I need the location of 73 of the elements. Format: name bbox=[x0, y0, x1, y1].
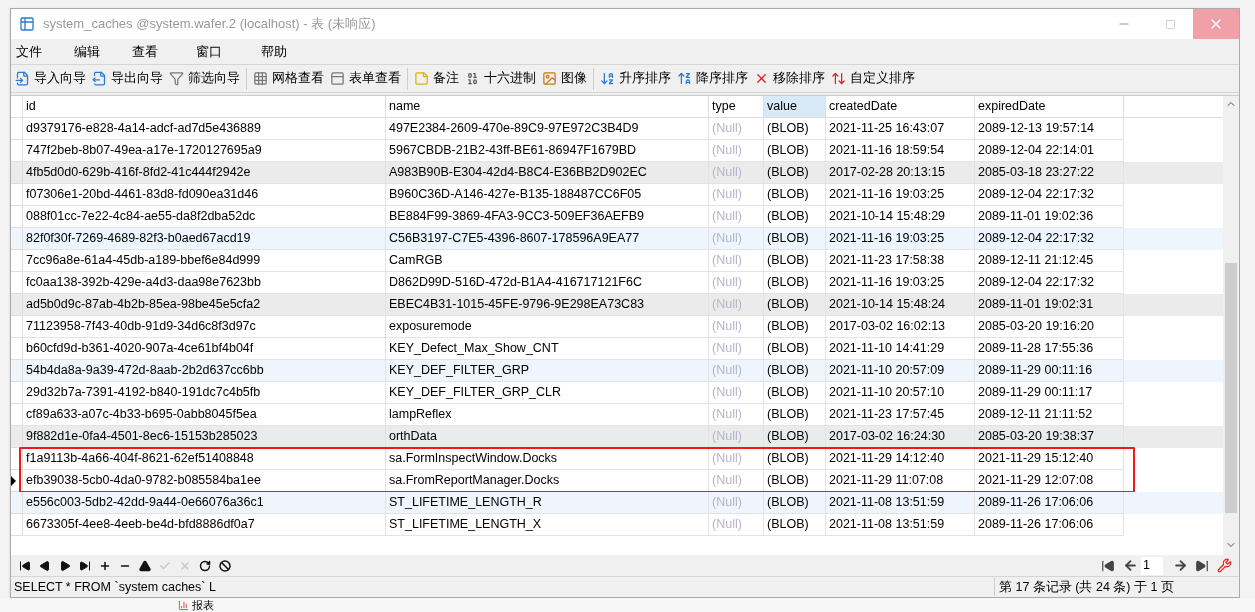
toolbar-button[interactable]: 降序排序 bbox=[675, 67, 750, 90]
record-status: 第 17 条记录 (共 24 条) 于 1 页 bbox=[994, 577, 1239, 597]
chart-icon bbox=[178, 599, 189, 611]
table-row[interactable]: e556c003-5db2-42dd-9a44-0e66076a36c1 ST_LIFETIME_LENGTH_R (Null) (BLOB) 2021-11-08 13:51:59 2089-11-26 17:06:06 bbox=[11, 492, 1223, 514]
toolbar-button[interactable]: 移除排序 bbox=[752, 67, 827, 90]
import-icon bbox=[15, 71, 30, 86]
menu-item[interactable]: 编辑 bbox=[69, 40, 105, 63]
toolbar-button[interactable]: 备注 bbox=[412, 67, 461, 90]
table-icon bbox=[19, 16, 35, 32]
menu-item[interactable]: 文件 bbox=[11, 40, 47, 63]
sort-descending-icon bbox=[677, 71, 692, 86]
table-cell: 2021-11-08 13:51:59 bbox=[826, 514, 975, 536]
refresh-icon bbox=[199, 559, 211, 572]
table-cell: (BLOB) bbox=[764, 426, 826, 448]
toolbar-button[interactable]: 导入向导 bbox=[13, 67, 88, 90]
maximize-icon bbox=[1164, 18, 1176, 30]
first-record-icon bbox=[19, 559, 31, 572]
export-icon bbox=[92, 71, 107, 86]
column-header[interactable]: id bbox=[23, 96, 386, 117]
toolbar-button[interactable]: 自定义排序 bbox=[829, 67, 917, 90]
column-header[interactable]: createdDate bbox=[826, 96, 975, 117]
image-icon bbox=[542, 71, 557, 86]
apply-icon bbox=[159, 559, 171, 572]
sql-statement: SELECT * FROM `system caches` L bbox=[13, 578, 217, 596]
table-cell: 9f882d1e-0fa4-4501-8ec6-15153b285023 bbox=[23, 426, 386, 448]
toolbar-button[interactable]: 筛选向导 bbox=[167, 67, 242, 90]
last-record-icon bbox=[79, 559, 91, 572]
grid-icon bbox=[253, 71, 268, 86]
cancel-icon bbox=[179, 559, 191, 572]
background-label: 报表 bbox=[192, 599, 214, 611]
toolbar-button[interactable]: 十六进制 bbox=[463, 67, 538, 90]
table-row[interactable]: 54b4da8a-9a39-472d-8aab-2b2d637cc6bb KEY_DEF_FILTER_GRP (Null) (BLOB) 2021-11-10 20:57:09 2089-11-29 00:11:16 bbox=[11, 360, 1223, 382]
add-icon bbox=[99, 559, 111, 572]
table-cell: (BLOB) bbox=[764, 514, 826, 536]
column-header[interactable]: type bbox=[709, 96, 764, 117]
table-row[interactable]: 82f0f30f-7269-4689-82f3-b0aed67acd19 C56B3197-C7E5-4396-8607-178596A9EA77 (Null) (BLOB) 2021-11-16 19:03:25 2089-12-04 22:17:32 bbox=[11, 228, 1223, 250]
table-cell: 2017-03-02 16:24:30 bbox=[826, 426, 975, 448]
toolbar-button[interactable]: 表单查看 bbox=[328, 67, 403, 90]
toolbar-button[interactable]: 图像 bbox=[540, 67, 589, 90]
column-header[interactable]: value bbox=[764, 96, 826, 117]
menu-item[interactable]: 帮助 bbox=[256, 40, 292, 63]
page-input[interactable]: 1 bbox=[1141, 556, 1163, 575]
toolbar-button[interactable]: 导出向导 bbox=[90, 67, 165, 90]
column-header[interactable]: expiredDate bbox=[975, 96, 1124, 117]
custom-sort-icon bbox=[831, 71, 846, 86]
previous-record-icon bbox=[39, 559, 51, 572]
table-cell: orthData bbox=[386, 426, 709, 448]
scrollbar-thumb[interactable] bbox=[1225, 263, 1237, 513]
up-icon bbox=[139, 559, 151, 572]
window-title: system_caches @system.wafer.2 (localhost) - 表 (未响应) bbox=[43, 15, 376, 34]
vertical-scrollbar[interactable] bbox=[1223, 96, 1239, 555]
last-page-icon bbox=[1195, 558, 1209, 573]
wrench-icon bbox=[1216, 558, 1232, 573]
binary-icon bbox=[465, 71, 480, 86]
next-record-icon bbox=[59, 559, 71, 572]
menu-item[interactable]: 查看 bbox=[127, 40, 163, 63]
table-cell: ST_LIFETIME_LENGTH_X bbox=[386, 514, 709, 536]
note-icon bbox=[414, 71, 429, 86]
table-cell: 2085-03-20 19:38:37 bbox=[975, 426, 1124, 448]
column-header[interactable]: name bbox=[386, 96, 709, 117]
stop-icon bbox=[219, 559, 231, 572]
table-cell: (Null) bbox=[709, 514, 764, 536]
table-cell: 2089-11-26 17:06:06 bbox=[975, 514, 1124, 536]
filter-icon bbox=[169, 71, 184, 86]
toolbar-button[interactable]: 网格查看 bbox=[251, 67, 326, 90]
form-icon bbox=[330, 71, 345, 86]
remove-sort-icon bbox=[754, 71, 769, 86]
table-cell: 6673305f-4ee8-4eeb-be4d-bfd8886df0a7 bbox=[23, 514, 386, 536]
right-arrow-icon bbox=[1172, 558, 1188, 573]
first-page-icon bbox=[1101, 558, 1115, 573]
sort-ascending-icon bbox=[600, 71, 615, 86]
menu-item[interactable]: 窗口 bbox=[185, 40, 256, 63]
toolbar-button[interactable]: 升序排序 bbox=[598, 67, 673, 90]
